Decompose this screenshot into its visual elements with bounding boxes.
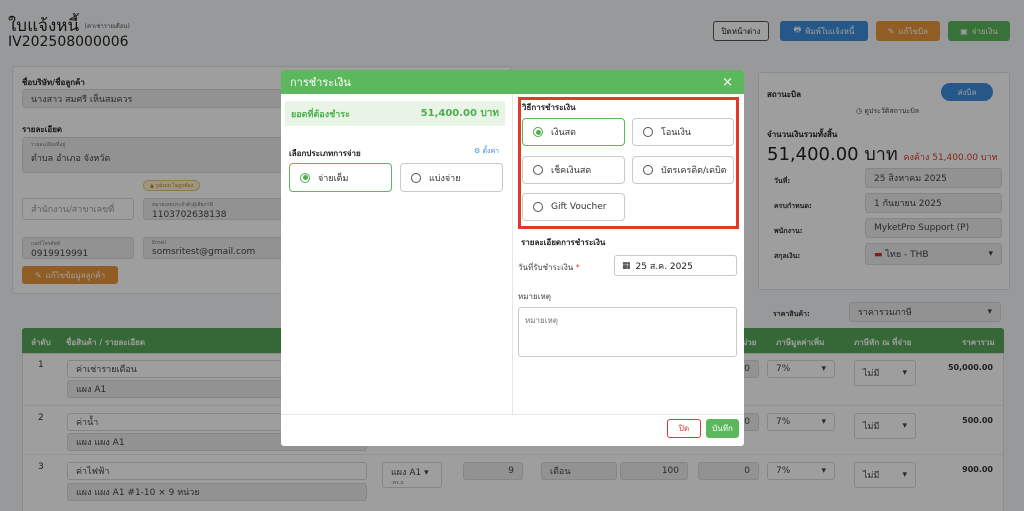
payment-type-label: เลือกประเภทการจ่าย: [289, 149, 361, 158]
payment-method-label: วิธีการชำระเงิน: [522, 103, 576, 112]
column-divider: [512, 94, 513, 414]
payment-type-full[interactable]: จ่ายเต็ม: [289, 163, 392, 192]
payment-type-installment[interactable]: แบ่งจ่าย: [400, 163, 503, 192]
modal-title: การชำระเงิน: [290, 76, 351, 89]
close-button[interactable]: ปิด: [667, 419, 701, 438]
close-icon[interactable]: ×: [722, 75, 744, 90]
radio-icon: [643, 127, 653, 137]
radio-icon: [411, 172, 421, 183]
radio-icon: [533, 165, 543, 175]
payment-modal: การชำระเงิน × ยอดที่ต้องชำระ 51,400.00 บ…: [281, 70, 744, 446]
footer-divider: [281, 414, 744, 415]
amount-due-value: 51,400.00 บาท: [420, 108, 499, 119]
note-input[interactable]: [518, 307, 737, 357]
method-cash[interactable]: เงินสด: [522, 118, 625, 146]
save-button[interactable]: บันทึก: [706, 419, 739, 438]
radio-icon: [643, 165, 653, 175]
payment-detail-label: รายละเอียดการชำระเงิน: [521, 238, 606, 247]
note-label: หมายเหตุ: [518, 292, 551, 301]
payment-date-label: วันที่รับชำระเงิน *: [518, 263, 580, 272]
radio-icon: [533, 202, 543, 212]
amount-due-banner: ยอดที่ต้องชำระ 51,400.00 บาท: [285, 101, 505, 126]
method-gift-voucher[interactable]: Gift Voucher: [522, 193, 625, 221]
amount-due-label: ยอดที่ต้องชำระ: [291, 109, 350, 120]
gear-icon: ⚙: [474, 147, 483, 155]
method-transfer[interactable]: โอนเงิน: [632, 118, 734, 146]
settings-link[interactable]: ⚙ ตั้งค่า: [474, 146, 499, 157]
radio-checked-icon: [300, 172, 310, 183]
method-cheque[interactable]: เช็คเงินสด: [522, 156, 625, 184]
calendar-icon: ▦: [622, 260, 631, 271]
modal-header: การชำระเงิน ×: [281, 70, 744, 94]
payment-date-field[interactable]: ▦ 25 ส.ค. 2025: [614, 255, 737, 276]
radio-checked-icon: [533, 127, 543, 137]
method-card[interactable]: บัตรเครดิต/เดบิต: [632, 156, 734, 184]
